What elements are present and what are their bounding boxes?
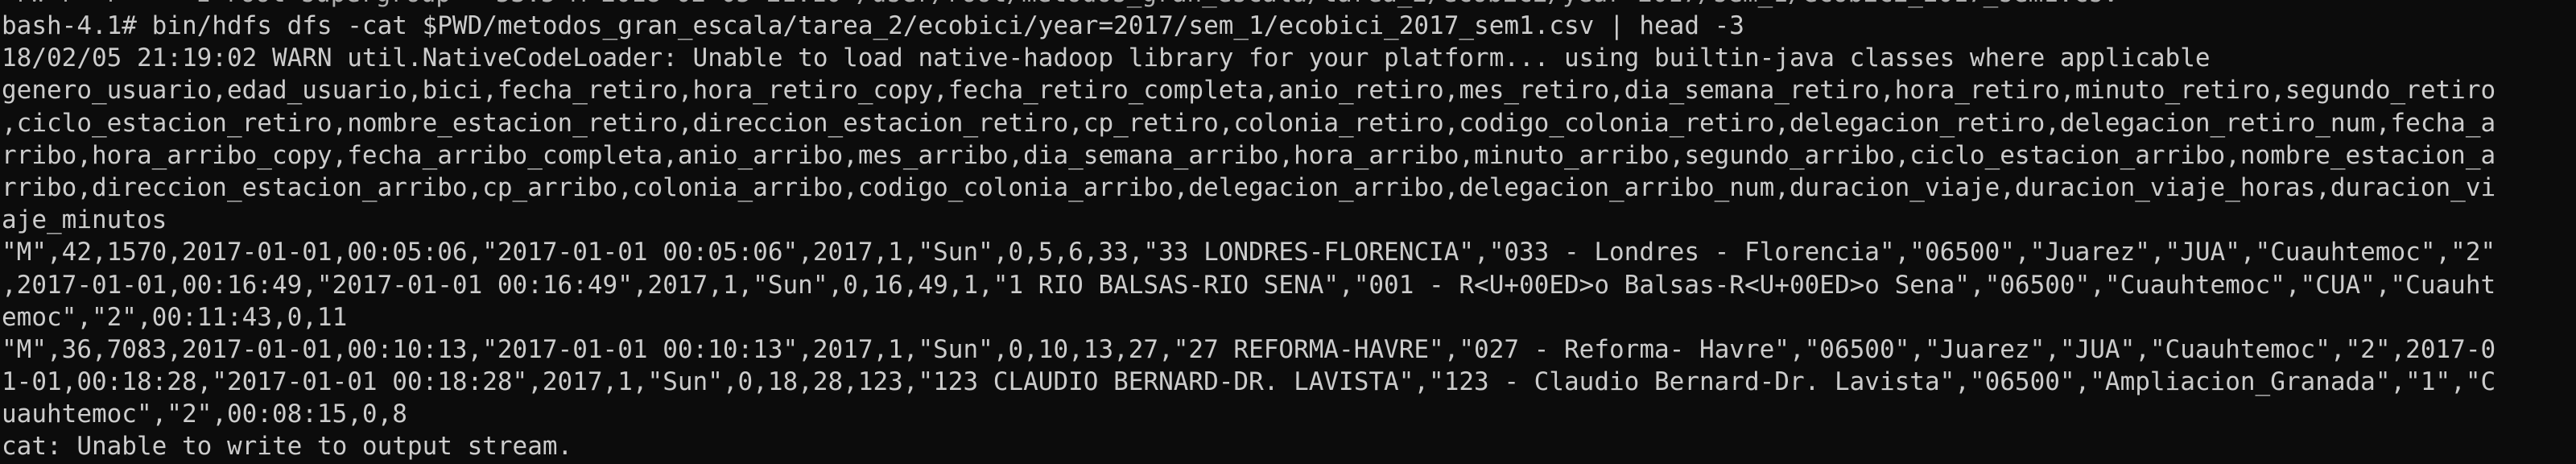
csv-row-line: ,2017-01-01,00:16:49,"2017-01-01 00:16:4… xyxy=(2,270,2496,300)
terminal-window[interactable]: -rw-r--r-- 1 root supergroup 53.5 M 2018… xyxy=(0,0,2576,464)
command-line: bash-4.1# bin/hdfs dfs -cat $PWD/metodos… xyxy=(2,11,1744,40)
csv-row-line: 1-01,00:18:28,"2017-01-01 00:18:28",2017… xyxy=(2,367,2496,397)
terminal-output: bash-4.1# bin/hdfs dfs -cat $PWD/metodos… xyxy=(0,10,2576,463)
csv-header-line: ,ciclo_estacion_retiro,nombre_estacion_r… xyxy=(2,108,2496,138)
csv-header-line: rribo,hora_arribo_copy,fecha_arribo_comp… xyxy=(2,140,2496,170)
csv-row-line: "M",42,1570,2017-01-01,00:05:06,"2017-01… xyxy=(2,238,2496,267)
csv-header-line: aje_minutos xyxy=(2,205,167,235)
error-line: cat: Unable to write to output stream. xyxy=(2,432,573,462)
csv-header-line: rribo,direccion_estacion_arribo,cp_arrib… xyxy=(2,172,2496,202)
csv-row-line: uauhtemoc","2",00:08:15,0,8 xyxy=(2,400,407,429)
csv-row-line: emoc","2",00:11:43,0,11 xyxy=(2,302,348,332)
terminal-clipped-previous-line: -rw-r--r-- 1 root supergroup 53.5 M 2018… xyxy=(0,0,2576,10)
warning-line: 18/02/05 21:19:02 WARN util.NativeCodeLo… xyxy=(2,44,2211,73)
terminal-scrollbar[interactable] xyxy=(2560,0,2576,464)
csv-header-line: genero_usuario,edad_usuario,bici,fecha_r… xyxy=(2,76,2496,106)
csv-row-line: "M",36,7083,2017-01-01,00:10:13,"2017-01… xyxy=(2,334,2496,364)
